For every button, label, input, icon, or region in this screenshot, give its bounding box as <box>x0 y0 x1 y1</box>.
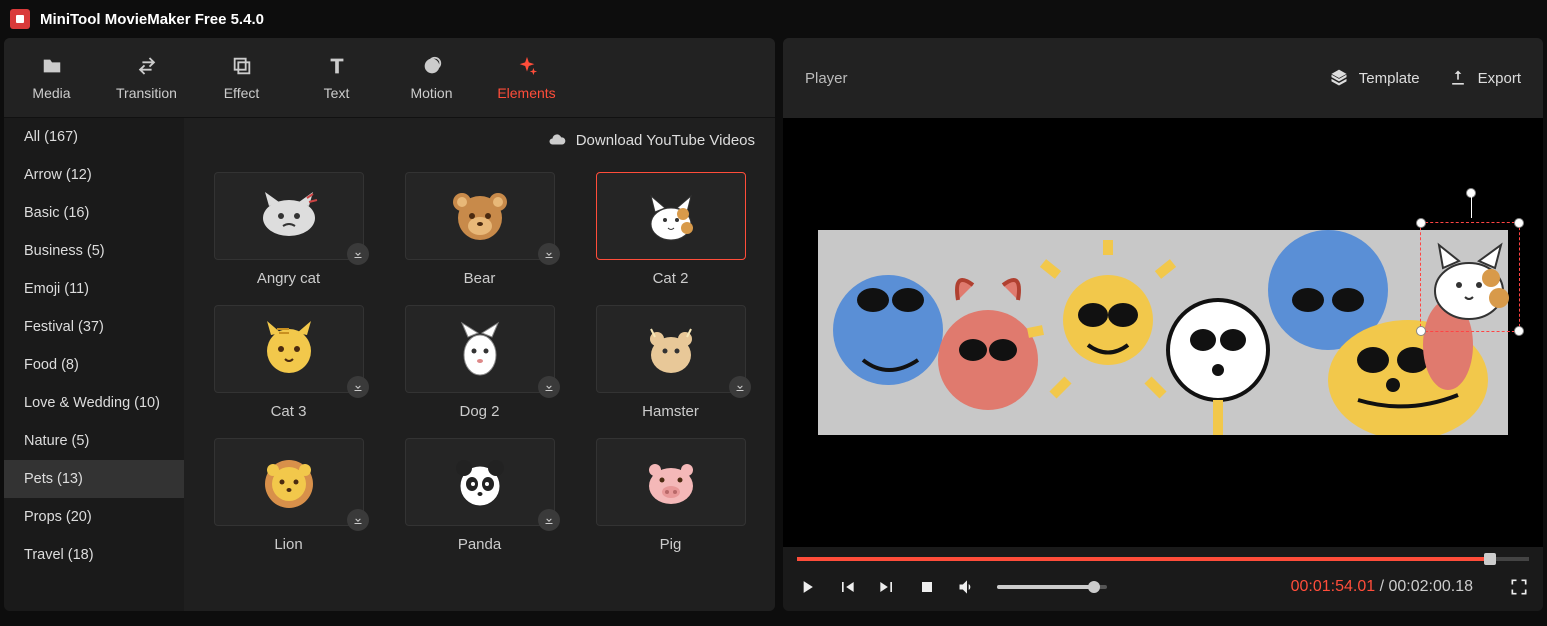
volume-slider[interactable] <box>997 585 1107 589</box>
library-panel: MediaTransitionEffectTextMotionElements … <box>4 38 775 611</box>
elements-grid: Angry cat Bear Cat 2 Cat 3 Dog 2 Hamster Lion P… <box>184 162 775 611</box>
element-label: Cat 2 <box>653 270 689 287</box>
element-overlay[interactable] <box>1420 222 1520 332</box>
download-icon[interactable] <box>729 376 751 398</box>
stop-button[interactable] <box>917 577 937 597</box>
element-item[interactable]: Pig <box>584 438 757 553</box>
element-item[interactable]: Panda <box>393 438 566 553</box>
element-thumbnail[interactable] <box>596 172 746 260</box>
preview-viewport[interactable] <box>783 118 1543 547</box>
element-label: Lion <box>274 536 302 553</box>
tab-motion[interactable]: Motion <box>384 38 479 117</box>
time-display: 00:01:54.01 / 00:02:00.18 <box>1291 578 1473 596</box>
preview-canvas <box>818 230 1508 435</box>
element-item[interactable]: Hamster <box>584 305 757 420</box>
element-thumbnail[interactable] <box>596 438 746 526</box>
element-thumbnail[interactable] <box>596 305 746 393</box>
fullscreen-button[interactable] <box>1509 577 1529 597</box>
element-thumbnail[interactable] <box>405 305 555 393</box>
category-item[interactable]: Basic (16) <box>4 194 184 232</box>
progress-bar[interactable] <box>797 557 1529 561</box>
template-button[interactable]: Template <box>1329 68 1420 88</box>
tab-transition[interactable]: Transition <box>99 38 194 117</box>
category-sidebar: All (167)Arrow (12)Basic (16)Business (5… <box>4 118 184 611</box>
tab-effect[interactable]: Effect <box>194 38 289 117</box>
element-label: Pig <box>660 536 682 553</box>
element-label: Angry cat <box>257 270 320 287</box>
play-button[interactable] <box>797 577 817 597</box>
category-item[interactable]: Emoji (11) <box>4 270 184 308</box>
download-videos-link[interactable]: Download YouTube Videos <box>184 118 775 162</box>
arrows-icon <box>136 55 158 77</box>
template-icon <box>1329 68 1349 88</box>
text-icon <box>326 55 348 77</box>
download-icon[interactable] <box>538 243 560 265</box>
player-header: Player Template Export <box>783 38 1543 118</box>
category-item[interactable]: Food (8) <box>4 346 184 384</box>
export-icon <box>1448 68 1468 88</box>
element-label: Hamster <box>642 403 699 420</box>
category-item[interactable]: Pets (13) <box>4 460 184 498</box>
category-item[interactable]: Props (20) <box>4 498 184 536</box>
element-label: Panda <box>458 536 501 553</box>
app-title: MiniTool MovieMaker Free 5.4.0 <box>40 11 264 28</box>
layers-icon <box>231 55 253 77</box>
player-panel: Player Template Export <box>783 38 1543 611</box>
element-item[interactable]: Bear <box>393 172 566 287</box>
download-icon[interactable] <box>538 376 560 398</box>
element-label: Cat 3 <box>271 403 307 420</box>
folder-icon <box>41 55 63 77</box>
category-item[interactable]: Business (5) <box>4 232 184 270</box>
element-label: Bear <box>464 270 496 287</box>
element-label: Dog 2 <box>459 403 499 420</box>
cloud-download-icon <box>548 131 566 149</box>
element-thumbnail[interactable] <box>405 172 555 260</box>
tab-text[interactable]: Text <box>289 38 384 117</box>
prev-button[interactable] <box>837 577 857 597</box>
titlebar: MiniTool MovieMaker Free 5.4.0 <box>0 0 1547 38</box>
main-toolbar: MediaTransitionEffectTextMotionElements <box>4 38 775 118</box>
download-icon[interactable] <box>347 509 369 531</box>
category-item[interactable]: Nature (5) <box>4 422 184 460</box>
category-item[interactable]: Festival (37) <box>4 308 184 346</box>
elements-area: Download YouTube Videos Angry cat Bear Cat… <box>184 118 775 611</box>
element-thumbnail[interactable] <box>405 438 555 526</box>
category-item[interactable]: Arrow (12) <box>4 156 184 194</box>
sparkle-icon <box>516 55 538 77</box>
player-title: Player <box>805 70 1301 87</box>
category-item[interactable]: Love & Wedding (10) <box>4 384 184 422</box>
app-logo-icon <box>10 9 30 29</box>
tab-elements[interactable]: Elements <box>479 38 574 117</box>
element-item[interactable]: Lion <box>202 438 375 553</box>
element-item[interactable]: Cat 3 <box>202 305 375 420</box>
element-item[interactable]: Cat 2 <box>584 172 757 287</box>
element-thumbnail[interactable] <box>214 438 364 526</box>
download-icon[interactable] <box>538 509 560 531</box>
volume-icon[interactable] <box>957 577 977 597</box>
category-item[interactable]: Travel (18) <box>4 536 184 574</box>
next-button[interactable] <box>877 577 897 597</box>
download-icon[interactable] <box>347 376 369 398</box>
tab-media[interactable]: Media <box>4 38 99 117</box>
category-item[interactable]: All (167) <box>4 118 184 156</box>
download-videos-label: Download YouTube Videos <box>576 132 755 149</box>
element-thumbnail[interactable] <box>214 305 364 393</box>
element-thumbnail[interactable] <box>214 172 364 260</box>
download-icon[interactable] <box>347 243 369 265</box>
element-item[interactable]: Dog 2 <box>393 305 566 420</box>
circle-icon <box>421 55 443 77</box>
export-button[interactable]: Export <box>1448 68 1521 88</box>
element-item[interactable]: Angry cat <box>202 172 375 287</box>
player-controls: 00:01:54.01 / 00:02:00.18 <box>783 547 1543 611</box>
